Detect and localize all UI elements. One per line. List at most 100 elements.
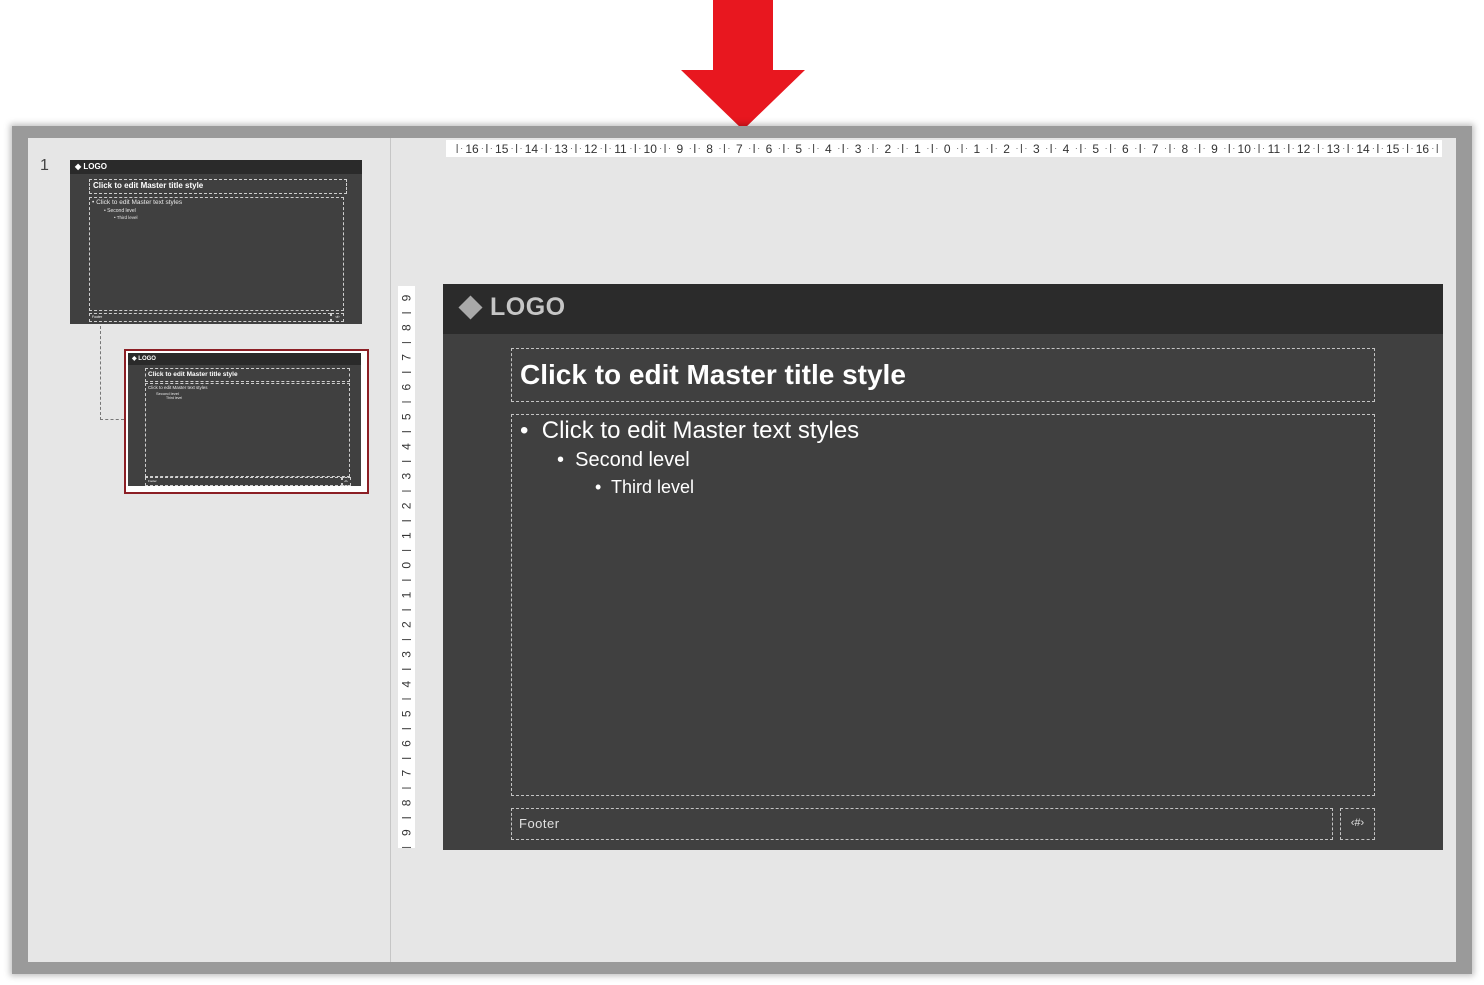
- ruler-label: 14: [1356, 142, 1370, 156]
- ruler-dot: [867, 148, 869, 149]
- powerpoint-window: 1 ◆ LOGO Click to edit Master title styl…: [12, 126, 1472, 974]
- ruler-label: 5: [400, 413, 414, 420]
- ruler-dot: [1135, 148, 1137, 149]
- layout-connector-branch: [100, 419, 124, 420]
- ruler-dot: [936, 148, 938, 149]
- ruler-label: 6: [766, 142, 773, 156]
- ruler-dot: [847, 148, 849, 149]
- ruler-dot: [749, 148, 751, 149]
- horizontal-ruler[interactable]: 16 15 14 13 12 11 10 9 8 7 6 5 4 3 2 1 0 1 2 3 4 5 6 7 8 9 10 11 12 1…: [446, 140, 1442, 157]
- ruler-dot: [1173, 148, 1175, 149]
- ruler-label: 10: [1238, 142, 1252, 156]
- ruler-label: 5: [795, 142, 802, 156]
- ruler-dot: [1105, 148, 1107, 149]
- ruler-dot: [995, 148, 997, 149]
- ruler-label: 15: [1386, 142, 1400, 156]
- ruler-dot: [609, 148, 611, 149]
- ruler-dot: [808, 148, 810, 149]
- thumbnail-level2: • Second level: [104, 208, 136, 214]
- ruler-dot: [481, 148, 483, 149]
- ruler-label: 7: [400, 770, 414, 777]
- ruler-label: 4: [400, 680, 414, 687]
- ruler-dot: [541, 148, 543, 149]
- title-placeholder[interactable]: Click to edit Master title style: [511, 348, 1375, 402]
- ruler-label: 16: [465, 142, 479, 156]
- ruler-label: 8: [400, 799, 414, 806]
- slide-number-placeholder[interactable]: ‹#›: [1340, 808, 1375, 840]
- ruler-label: 3: [400, 651, 414, 658]
- ruler-label: 7: [400, 354, 414, 361]
- thumbnail-logo: ◆ LOGO: [75, 162, 107, 171]
- ruler-dot: [1164, 148, 1166, 149]
- thumbnail-level1: • Click to edit Master text styles: [92, 199, 183, 206]
- ruler-dot: [927, 148, 929, 149]
- ruler-dot: [1233, 148, 1235, 149]
- title-placeholder-text: Click to edit Master title style: [520, 359, 906, 390]
- ruler-dot: [1224, 148, 1226, 149]
- ruler-dot: [689, 148, 691, 149]
- ruler-label: 14: [525, 142, 539, 156]
- thumbnail-pane[interactable]: 1 ◆ LOGO Click to edit Master title styl…: [28, 138, 391, 962]
- slide-master-view: 1 ◆ LOGO Click to edit Master title styl…: [28, 138, 1456, 962]
- thumbnail-title: Click to edit Master title style: [145, 368, 350, 382]
- horizontal-ruler-ticks: 16 15 14 13 12 11 10 9 8 7 6 5 4 3 2 1 0 1 2 3 4 5 6 7 8 9 10 11 12 1…: [456, 142, 1438, 156]
- ruler-dot: [1313, 148, 1315, 149]
- ruler-dot: [1254, 148, 1256, 149]
- ruler-dot: [728, 148, 730, 149]
- ruler-dot: [1352, 148, 1354, 149]
- ruler-dot: [758, 148, 760, 149]
- ruler-dot: [1432, 148, 1434, 149]
- thumbnail-level3: Third level: [166, 396, 183, 400]
- ruler-dot: [579, 148, 581, 149]
- ruler-dot: [1343, 148, 1345, 149]
- ruler-dot: [520, 148, 522, 149]
- ruler-label: 13: [1327, 142, 1341, 156]
- ruler-dot: [1046, 148, 1048, 149]
- ruler-dot: [957, 148, 959, 149]
- ruler-label: 15: [495, 142, 509, 156]
- ruler-label: 6: [400, 740, 414, 747]
- thumbnail-layout-selected[interactable]: ◆ LOGO Click to edit Master title style …: [128, 353, 361, 486]
- ruler-label: 1: [914, 142, 921, 156]
- footer-placeholder[interactable]: Footer: [511, 808, 1333, 840]
- ruler-label: 4: [1063, 142, 1070, 156]
- vertical-ruler[interactable]: 9 8 7 6 5 4 3 2 1 0 1 2 3 4 5 6 7 8 9: [398, 286, 415, 848]
- ruler-dot: [817, 148, 819, 149]
- ruler-label: 8: [1181, 142, 1188, 156]
- ruler-label: 0: [400, 562, 414, 569]
- ruler-dot: [1016, 148, 1018, 149]
- ruler-dot: [570, 148, 572, 149]
- ruler-label: 2: [884, 142, 891, 156]
- logo-text: LOGO: [490, 293, 566, 321]
- ruler-label: 3: [400, 473, 414, 480]
- slide-header-bar: LOGO: [443, 284, 1443, 334]
- body-level-1: • Click to edit Master text styles: [520, 417, 860, 444]
- thumbnail-level3: • Third level: [114, 215, 138, 220]
- ruler-dot: [600, 148, 602, 149]
- ruler-label: 8: [706, 142, 713, 156]
- ruler-dot: [669, 148, 671, 149]
- ruler-label: 9: [400, 829, 414, 836]
- ruler-label: 3: [1033, 142, 1040, 156]
- ruler-dot: [897, 148, 899, 149]
- red-down-arrow-icon: [681, 0, 805, 130]
- ruler-dot: [660, 148, 662, 149]
- body-placeholder[interactable]: • Click to edit Master text styles • Sec…: [511, 414, 1375, 796]
- ruler-label: 8: [400, 324, 414, 331]
- ruler-dot: [1372, 148, 1374, 149]
- thumbnail-level1: Click to edit Master text styles: [148, 385, 208, 390]
- thumbnail-header: [128, 353, 361, 365]
- ruler-label: 13: [554, 142, 568, 156]
- ruler-label: 5: [400, 710, 414, 717]
- ruler-label: 16: [1416, 142, 1430, 156]
- ruler-label: 10: [644, 142, 658, 156]
- ruler-label: 12: [584, 142, 598, 156]
- footer-text: Footer: [519, 816, 560, 831]
- slide-master-canvas[interactable]: LOGO Click to edit Master title style • …: [443, 284, 1443, 850]
- ruler-label: 4: [825, 142, 832, 156]
- ruler-label: 3: [855, 142, 862, 156]
- thumbnail-slide-master[interactable]: ◆ LOGO Click to edit Master title style …: [70, 160, 362, 324]
- ruler-dot: [787, 148, 789, 149]
- thumbnail-title: Click to edit Master title style: [89, 179, 347, 194]
- thumbnail-number: ‹#›: [331, 313, 344, 322]
